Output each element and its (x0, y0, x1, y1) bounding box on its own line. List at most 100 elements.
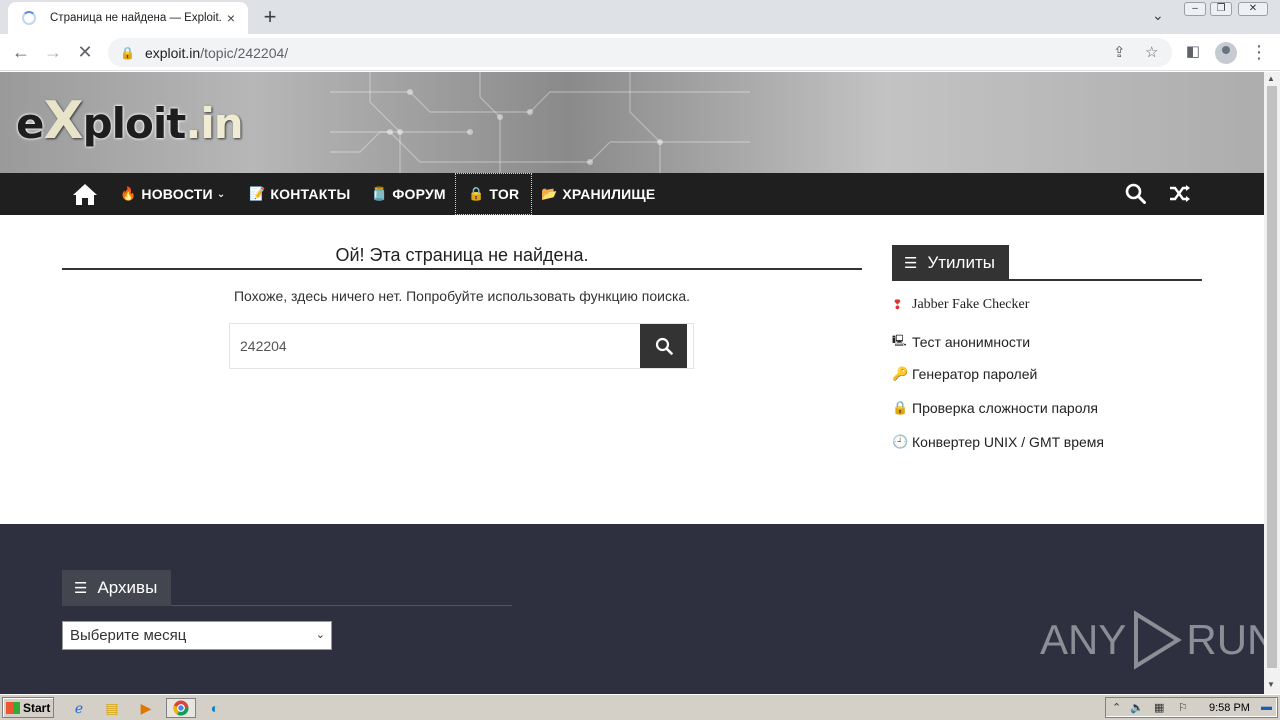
widget-header: ☰ Утилиты (892, 245, 1202, 281)
start-label: Start (23, 700, 51, 715)
share-icon[interactable]: ⇪ (1113, 43, 1126, 61)
not-found-message: Похоже, здесь ничего нет. Попробуйте исп… (233, 288, 691, 304)
widget-title: ☰ Архивы (62, 570, 172, 606)
close-window-button[interactable]: ✕ (1238, 2, 1268, 16)
start-button[interactable]: Start (2, 697, 54, 718)
tab-close-button[interactable]: × (222, 10, 240, 26)
chrome-taskbar-icon[interactable] (166, 698, 196, 718)
memo-icon: 📝 (249, 186, 266, 201)
internet-explorer-icon[interactable]: ℯ (68, 698, 90, 718)
widget-title-text: Утилиты (927, 253, 995, 272)
circuit-pattern-icon (330, 72, 750, 173)
scrollbar-thumb[interactable] (1267, 86, 1277, 668)
jabber-icon: ❢ (892, 297, 903, 312)
widget-title-text: Архивы (97, 578, 158, 597)
logo-text-in: .in (185, 99, 243, 148)
key-icon: 🔑 (892, 366, 909, 381)
scroll-down-icon[interactable]: ▼ (1267, 680, 1275, 689)
new-tab-button[interactable]: + (258, 4, 282, 30)
sidebar-item-label: Jabber Fake Checker (912, 297, 1030, 312)
media-player-icon[interactable]: ▶ (135, 698, 157, 718)
browser-tab[interactable]: Страница не найдена — Exploit.IN × (8, 2, 248, 34)
archives-widget-header: ☰ Архивы (62, 570, 512, 606)
logo-text-e: e (16, 99, 44, 148)
chrome-icon (173, 700, 189, 716)
anyrun-watermark: ANY RUN (1040, 610, 1264, 670)
side-panel-icon[interactable]: ◧ (1182, 42, 1204, 62)
sidebar-item-label: Проверка сложности пароля (912, 400, 1098, 416)
profile-avatar-icon[interactable] (1215, 42, 1237, 64)
action-center-flag-icon[interactable]: ⚐ (1178, 701, 1188, 714)
network-icon[interactable]: ▦ (1154, 701, 1164, 714)
watermark-text-left: ANY (1040, 616, 1127, 663)
tab-search-chevron-icon[interactable]: ⌄ (1152, 7, 1164, 24)
show-desktop-icon[interactable]: ▬ (1261, 701, 1272, 713)
site-logo[interactable]: eXploit.in (16, 95, 244, 149)
lock-icon: 🔒 (120, 45, 135, 60)
sidebar-item-password-generator[interactable]: 🔑 Генератор паролей (892, 366, 1037, 382)
search-input[interactable] (230, 324, 640, 368)
nav-item-label: Хранилище (562, 186, 656, 202)
widget-title: ☰ Утилиты (892, 245, 1009, 281)
chrome-menu-icon[interactable]: ⋮ (1248, 42, 1270, 62)
clock-icon: 🕘 (892, 434, 909, 449)
chevron-down-icon: ⌄ (216, 188, 226, 200)
back-arrow-icon[interactable]: ← (10, 42, 32, 62)
url-path: /topic/242204/ (200, 44, 289, 61)
nav-item-tor[interactable]: 🔒 TOR (455, 173, 533, 215)
play-triangle-icon (1134, 610, 1183, 670)
stop-loading-icon[interactable]: ✕ (74, 42, 96, 62)
search-icon (655, 337, 673, 355)
tab-title: Страница не найдена — Exploit.IN (50, 12, 222, 24)
home-icon[interactable] (72, 182, 98, 206)
page-viewport: eXploit.in 🔥 Новости ⌄ 📝 Контакты 🫙 Фору… (0, 72, 1264, 694)
scroll-up-icon[interactable]: ▲ (1267, 74, 1275, 83)
shuffle-icon[interactable] (1169, 183, 1191, 204)
url-host: exploit.in (144, 44, 201, 61)
nav-item-storage[interactable]: 📂 Хранилище (541, 173, 655, 215)
ip-icon: 🖳 (892, 335, 907, 347)
browser-tab-strip: Страница не найдена — Exploit.IN × + ⌄ –… (0, 0, 1280, 34)
browser-toolbar: ← → ✕ 🔒 exploit.in/topic/242204/ ⇪ ☆ ◧ ⋮ (0, 34, 1280, 71)
watermark-text-right: RUN (1186, 616, 1264, 663)
nav-item-label: Форум (392, 186, 446, 202)
windows-taskbar: Start ℯ ▤ ▶ ◐ ⌃ 🔈 ▦ ⚐ 9:58 PM ▬ (0, 694, 1280, 720)
address-bar[interactable]: 🔒 exploit.in/topic/242204/ ⇪ ☆ (108, 38, 1172, 67)
bookmark-star-icon[interactable]: ☆ (1145, 43, 1158, 61)
minimize-button[interactable]: – (1184, 2, 1206, 16)
nav-item-contacts[interactable]: 📝 Контакты (249, 173, 350, 215)
sidebar-item-jabber[interactable]: ❢ Jabber Fake Checker (892, 297, 1029, 313)
lock-icon: 🔒 (468, 186, 485, 201)
nav-item-news[interactable]: 🔥 Новости ⌄ (120, 173, 225, 215)
site-footer: ☰ Архивы Выберите месяц ⌄ ANY RUN (0, 524, 1264, 694)
archive-month-select[interactable]: Выберите месяц ⌄ (62, 621, 332, 650)
select-value: Выберите месяц (70, 627, 187, 644)
search-icon[interactable] (1125, 183, 1146, 204)
sidebar-item-label: Тест анонимности (912, 333, 1031, 350)
sidebar-item-time-converter[interactable]: 🕘 Конвертер UNIX / GMT время (892, 434, 1104, 450)
main-navigation: 🔥 Новости ⌄ 📝 Контакты 🫙 Форум 🔒 TOR 📂 Х… (0, 173, 1264, 215)
nav-item-label: Новости (141, 186, 213, 202)
nav-item-label: Контакты (270, 186, 351, 202)
restore-button[interactable]: ❐ (1210, 2, 1232, 16)
logo-text-ploit: ploit (82, 99, 187, 148)
sidebar-utilities: ☰ Утилиты ❢ Jabber Fake Checker 🖳 Тест а… (892, 245, 1202, 450)
sidebar-item-label: Генератор паролей (912, 366, 1038, 382)
forward-arrow-icon[interactable]: → (42, 42, 64, 62)
logo-text-x: X (43, 91, 84, 151)
edge-icon[interactable]: ◐ (204, 698, 226, 718)
search-form (229, 323, 694, 369)
hamburger-icon: ☰ (904, 255, 918, 272)
tray-expand-icon[interactable]: ⌃ (1112, 701, 1121, 714)
windows-logo-icon (6, 701, 20, 714)
page-scrollbar[interactable]: ▲ ▼ (1264, 72, 1280, 694)
speaker-icon[interactable]: 🔈 (1130, 701, 1144, 714)
nav-item-forum[interactable]: 🫙 Форум (371, 173, 446, 215)
sidebar-item-anonymity-test[interactable]: 🖳 Тест анонимности (892, 332, 1030, 351)
chevron-down-icon: ⌄ (315, 629, 325, 641)
page-title: Ой! Эта страница не найдена. (335, 245, 589, 265)
file-explorer-icon[interactable]: ▤ (101, 698, 123, 718)
search-submit-button[interactable] (640, 324, 687, 368)
jar-icon: 🫙 (371, 186, 388, 201)
sidebar-item-password-strength[interactable]: 🔒 Проверка сложности пароля (892, 400, 1098, 416)
